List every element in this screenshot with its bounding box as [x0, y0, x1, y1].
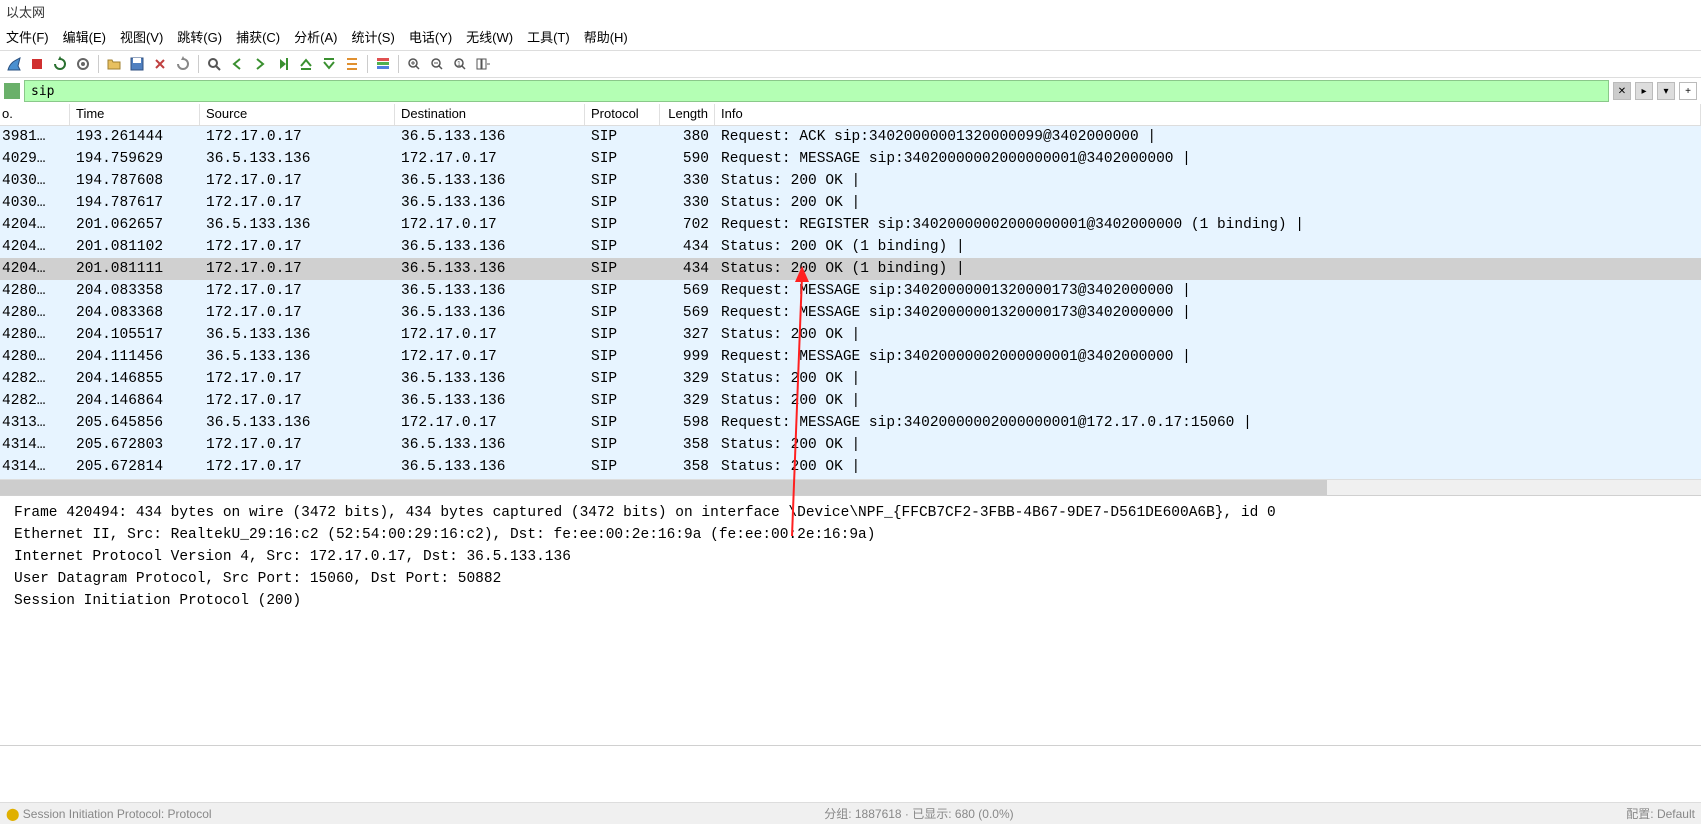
- jump-to-button[interactable]: [273, 54, 293, 74]
- column-length[interactable]: Length: [660, 104, 715, 125]
- menu-item-0[interactable]: 文件(F): [6, 27, 49, 46]
- packet-row[interactable]: 4280…204.10551736.5.133.136172.17.0.17SI…: [0, 324, 1701, 346]
- tree-item[interactable]: Internet Protocol Version 4, Src: 172.17…: [14, 546, 1687, 568]
- menu-item-9[interactable]: 工具(T): [527, 27, 570, 46]
- auto-scroll-button[interactable]: [342, 54, 362, 74]
- tree-item[interactable]: User Datagram Protocol, Src Port: 15060,…: [14, 568, 1687, 590]
- zoom-out-button[interactable]: [427, 54, 447, 74]
- display-filter-input[interactable]: [24, 80, 1609, 102]
- resize-columns-button[interactable]: [473, 54, 493, 74]
- menu-item-10[interactable]: 帮助(H): [584, 27, 628, 46]
- toolbar-separator: [367, 55, 368, 73]
- menu-item-4[interactable]: 捕获(C): [236, 27, 280, 46]
- reload-button[interactable]: [173, 54, 193, 74]
- zoom-in-button[interactable]: [404, 54, 424, 74]
- packet-row[interactable]: 4282…204.146864172.17.0.1736.5.133.136SI…: [0, 390, 1701, 412]
- packet-details-pane[interactable]: Frame 420494: 434 bytes on wire (3472 bi…: [0, 496, 1701, 746]
- shark-fin-icon[interactable]: [4, 54, 24, 74]
- menu-item-5[interactable]: 分析(A): [294, 27, 337, 46]
- horizontal-scrollbar-thumb[interactable]: [0, 480, 1327, 495]
- menu-item-1[interactable]: 编辑(E): [63, 27, 106, 46]
- packet-row[interactable]: 4313…205.64585636.5.133.136172.17.0.17SI…: [0, 412, 1701, 434]
- tree-item[interactable]: Session Initiation Protocol (200): [14, 590, 1687, 612]
- packet-row[interactable]: 4030…194.787617172.17.0.1736.5.133.136SI…: [0, 192, 1701, 214]
- packet-row[interactable]: 4314…205.672814172.17.0.1736.5.133.136SI…: [0, 456, 1701, 478]
- go-last-button[interactable]: [319, 54, 339, 74]
- filter-recent-button[interactable]: ▾: [1657, 82, 1675, 100]
- column-time[interactable]: Time: [70, 104, 200, 125]
- stop-capture-button[interactable]: [27, 54, 47, 74]
- menu-item-3[interactable]: 跳转(G): [177, 27, 222, 46]
- status-left: ⬤ Session Initiation Protocol: Protocol: [6, 807, 212, 821]
- column-protocol[interactable]: Protocol: [585, 104, 660, 125]
- toolbar-separator: [198, 55, 199, 73]
- packet-list-pane: o. Time Source Destination Protocol Leng…: [0, 104, 1701, 496]
- svg-text:1: 1: [457, 61, 461, 68]
- menu-bar: 文件(F) 编辑(E) 视图(V) 跳转(G) 捕获(C) 分析(A) 统计(S) 电话(Y)…: [0, 23, 1701, 50]
- colorize-button[interactable]: [373, 54, 393, 74]
- status-bar: ⬤ Session Initiation Protocol: Protocol …: [0, 802, 1701, 824]
- go-first-button[interactable]: [296, 54, 316, 74]
- column-no[interactable]: o.: [0, 104, 70, 125]
- toolbar-separator: [98, 55, 99, 73]
- toolbar-separator: [398, 55, 399, 73]
- save-file-button[interactable]: [127, 54, 147, 74]
- column-source[interactable]: Source: [200, 104, 395, 125]
- find-button[interactable]: [204, 54, 224, 74]
- packet-row[interactable]: 4282…204.146855172.17.0.1736.5.133.136SI…: [0, 368, 1701, 390]
- packet-row[interactable]: 4204…201.081111172.17.0.1736.5.133.136SI…: [0, 258, 1701, 280]
- packet-row[interactable]: 4030…194.787608172.17.0.1736.5.133.136SI…: [0, 170, 1701, 192]
- menu-item-2[interactable]: 视图(V): [120, 27, 163, 46]
- packet-list-header[interactable]: o. Time Source Destination Protocol Leng…: [0, 104, 1701, 126]
- packet-row[interactable]: 4204…201.081102172.17.0.1736.5.133.136SI…: [0, 236, 1701, 258]
- capture-options-button[interactable]: [73, 54, 93, 74]
- menu-item-6[interactable]: 统计(S): [351, 27, 394, 46]
- open-file-button[interactable]: [104, 54, 124, 74]
- tree-item[interactable]: Ethernet II, Src: RealtekU_29:16:c2 (52:…: [14, 524, 1687, 546]
- packet-list[interactable]: 3981…193.261444172.17.0.1736.5.133.136SI…: [0, 126, 1701, 495]
- filter-add-button[interactable]: +: [1679, 82, 1697, 100]
- filter-apply-button[interactable]: ▸: [1635, 82, 1653, 100]
- menu-item-8[interactable]: 无线(W): [466, 27, 513, 46]
- packet-row[interactable]: 4280…204.083358172.17.0.1736.5.133.136SI…: [0, 280, 1701, 302]
- packet-row[interactable]: 4314…205.672803172.17.0.1736.5.133.136SI…: [0, 434, 1701, 456]
- packet-row[interactable]: 4280…204.11145636.5.133.136172.17.0.17SI…: [0, 346, 1701, 368]
- packet-row[interactable]: 4204…201.06265736.5.133.136172.17.0.17SI…: [0, 214, 1701, 236]
- menu-item-7[interactable]: 电话(Y): [409, 27, 452, 46]
- packet-row[interactable]: 3981…193.261444172.17.0.1736.5.133.136SI…: [0, 126, 1701, 148]
- status-right: 配置: Default: [1626, 805, 1695, 822]
- go-back-button[interactable]: [227, 54, 247, 74]
- horizontal-scrollbar[interactable]: [0, 479, 1701, 495]
- bookmark-icon[interactable]: [4, 83, 20, 99]
- filter-bar: ✕ ▸ ▾ +: [0, 78, 1701, 104]
- main-toolbar: 1: [0, 50, 1701, 78]
- column-info[interactable]: Info: [715, 104, 1701, 125]
- close-file-button[interactable]: [150, 54, 170, 74]
- zoom-reset-button[interactable]: 1: [450, 54, 470, 74]
- column-destination[interactable]: Destination: [395, 104, 585, 125]
- go-forward-button[interactable]: [250, 54, 270, 74]
- packet-row[interactable]: 4280…204.083368172.17.0.1736.5.133.136SI…: [0, 302, 1701, 324]
- status-mid: 分组: 1887618 · 已显示: 680 (0.0%): [824, 805, 1013, 822]
- tree-item[interactable]: Frame 420494: 434 bytes on wire (3472 bi…: [14, 502, 1687, 524]
- packet-row[interactable]: 4029…194.75962936.5.133.136172.17.0.17SI…: [0, 148, 1701, 170]
- window-title: 以太网: [0, 0, 1701, 23]
- restart-capture-button[interactable]: [50, 54, 70, 74]
- filter-clear-button[interactable]: ✕: [1613, 82, 1631, 100]
